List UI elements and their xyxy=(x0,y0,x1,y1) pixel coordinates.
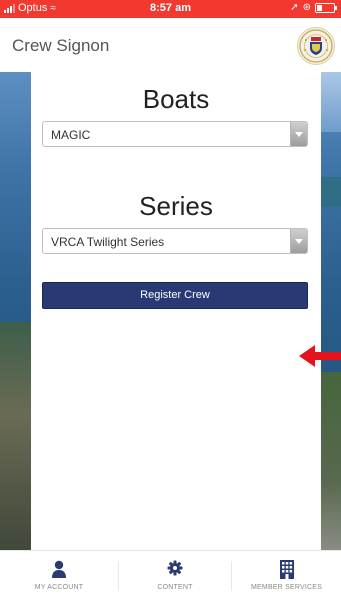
status-right: ➚ ⊛ xyxy=(290,2,337,13)
building-icon xyxy=(279,560,294,579)
club-crest-icon xyxy=(299,29,333,63)
bottom-tab-bar: MY ACCOUNT CONTENT MEMBER SERVICES xyxy=(0,550,341,598)
boats-heading: Boats xyxy=(142,84,210,114)
tab-label: MY ACCOUNT xyxy=(34,584,84,591)
gear-icon xyxy=(167,560,183,576)
tab-label: CONTENT xyxy=(157,584,193,591)
series-heading: Series xyxy=(139,191,213,221)
tab-my-account[interactable]: MY ACCOUNT xyxy=(0,551,118,598)
user-icon xyxy=(52,560,66,578)
page-title: Crew Signon xyxy=(12,36,110,55)
boats-select-value: MAGIC xyxy=(51,128,91,142)
location-icon: ➚ xyxy=(290,2,299,13)
chevron-down-icon xyxy=(290,122,307,146)
bluetooth-icon: ⊛ xyxy=(302,2,311,13)
series-select[interactable]: VRCA Twilight Series xyxy=(42,228,308,254)
series-select-value: VRCA Twilight Series xyxy=(51,235,165,249)
tab-member-services[interactable]: MEMBER SERVICES xyxy=(232,551,341,598)
tab-label: MEMBER SERVICES xyxy=(251,584,322,591)
status-bar: Optus ≈ 8:57 am ➚ ⊛ xyxy=(0,0,341,18)
crew-signon-card: Boats MAGIC Series VRCA Twilight Series … xyxy=(31,72,321,550)
boats-select[interactable]: MAGIC xyxy=(42,121,308,147)
app-header: Crew Signon xyxy=(0,18,341,73)
tab-content[interactable]: CONTENT xyxy=(119,551,231,598)
battery-icon xyxy=(315,2,337,13)
chevron-down-icon xyxy=(290,229,307,253)
club-logo[interactable] xyxy=(297,27,335,65)
register-crew-button[interactable]: Register Crew xyxy=(42,282,308,309)
red-arrow-icon xyxy=(299,345,341,367)
